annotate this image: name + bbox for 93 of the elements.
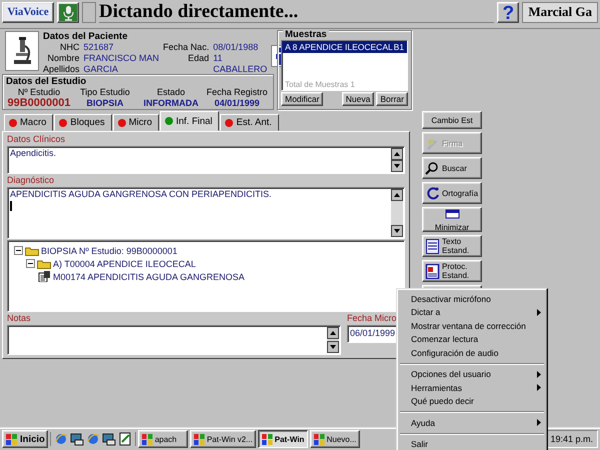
field-label: Notas <box>7 313 32 324</box>
field-label: Nº Estudio <box>18 87 60 98</box>
field-value: 08/01/1988 <box>213 42 260 53</box>
field-label: Estado <box>156 87 186 98</box>
app-icon <box>260 433 273 445</box>
section-heading: Datos del Estudio <box>6 76 88 87</box>
tree-item[interactable]: BIOPSIA Nº Estudio: 99B0000001 <box>41 246 178 256</box>
field-value: 04/01/1999 <box>214 98 260 109</box>
scrollbar <box>391 148 403 172</box>
field-label: NHC <box>60 42 80 53</box>
field-label: Tipo Estudio <box>80 87 130 98</box>
field-label: Datos Clínicos <box>7 134 66 145</box>
taskbar-button[interactable]: Pat-Win <box>258 430 308 448</box>
spellcheck-icon <box>425 186 440 200</box>
menu-item[interactable]: Configuración de audio <box>399 346 545 360</box>
text-cursor <box>10 201 12 211</box>
help-button[interactable]: ? <box>497 2 520 22</box>
notepad-icon[interactable] <box>118 432 132 446</box>
clock: 19:41 p.m. <box>550 434 593 444</box>
window-title: Dictando directamente... <box>99 2 494 22</box>
sample-button[interactable]: Modificar <box>281 92 324 106</box>
report-icon <box>38 271 51 282</box>
logo-button[interactable]: ViaVoice <box>2 2 54 22</box>
tab[interactable]: Macro <box>4 114 54 131</box>
field-label: Diagnóstico <box>7 175 56 186</box>
field-value: CABALLERO <box>213 64 268 75</box>
app-icon <box>140 433 153 445</box>
collapse-icon[interactable] <box>14 246 23 255</box>
app-icon <box>192 433 205 445</box>
tab[interactable]: Inf. Final <box>160 111 220 131</box>
diagnosis-field[interactable]: APENDICITIS AGUDA GANGRENOSA CON PERIAPENDICITIS. <box>7 187 405 239</box>
field-label: Fecha Micro <box>347 313 398 324</box>
field-label: Nombre <box>48 53 80 64</box>
side-button[interactable]: Cambio Est <box>422 111 482 129</box>
side-button[interactable]: Protoc. Estand. <box>422 260 482 282</box>
group-heading: Muestras <box>283 29 329 40</box>
section-heading: Datos del Paciente <box>43 31 128 42</box>
microscope-icon <box>11 36 33 66</box>
field-label: Fecha Nac. <box>163 42 210 53</box>
menu-item[interactable]: Opciones del usuario <box>399 368 545 381</box>
app-icon <box>312 433 325 445</box>
field-value: BIOPSIA <box>86 98 124 109</box>
start-button[interactable]: Inicio <box>2 430 48 448</box>
tree-item[interactable]: A) T00004 APENDICE ILEOCECAL <box>53 258 196 268</box>
field-value: GARCIA <box>84 64 120 75</box>
field-label: Edad <box>188 53 210 64</box>
diagnosis-field-text: APENDICITIS AGUDA GANGRENOSA CON PERIAPENDICITIS. <box>10 189 273 199</box>
field-value: FRANCISCO MAN <box>84 53 160 64</box>
field-value: INFORMADA <box>144 98 198 109</box>
sample-button[interactable]: Borrar <box>376 92 408 106</box>
folder-icon <box>37 258 51 268</box>
sample-row[interactable]: A 8 APENDICE ILEOCECALB1 <box>282 41 407 53</box>
side-button[interactable]: Minimizar <box>422 207 482 232</box>
user-name: Marcial Ga <box>522 2 598 22</box>
submenu-arrow-icon <box>537 419 541 426</box>
menu-item[interactable]: Herramientas <box>399 381 545 394</box>
taskbar-button[interactable]: apach <box>138 430 188 448</box>
field-label: Fecha Registro <box>206 87 268 98</box>
menu-item[interactable]: Desactivar micrófono <box>399 292 545 306</box>
field-label: Apellidos <box>43 64 80 75</box>
menu-item[interactable]: Salir <box>399 438 545 450</box>
clinical-data-field[interactable]: Apendicitis. <box>7 146 405 174</box>
windows-flag-icon <box>5 432 18 446</box>
scrollbar <box>391 189 403 237</box>
samples-total: Total de Muestras 1 <box>285 80 355 89</box>
tab[interactable]: Bloques <box>54 114 112 131</box>
scrollbar <box>327 327 339 353</box>
submenu-arrow-icon <box>537 308 541 316</box>
field-value: 99B0000001 <box>7 98 70 109</box>
notes-field[interactable] <box>7 325 341 355</box>
clinical-data-field-text: Apendicitis. <box>10 148 58 158</box>
microphone-button[interactable] <box>57 2 79 22</box>
document-icon <box>425 264 440 278</box>
side-button[interactable]: Buscar <box>422 157 482 179</box>
menu-item[interactable]: Ayuda <box>399 416 545 430</box>
field-value: 11 <box>213 53 224 64</box>
tab[interactable]: Est. Ant. <box>220 114 279 131</box>
collapse-icon[interactable] <box>26 259 35 268</box>
side-button[interactable]: Ortografía <box>422 182 482 204</box>
side-button[interactable]: Texto Estand. <box>422 235 482 257</box>
sample-button[interactable]: Nueva <box>342 92 374 106</box>
menu-item[interactable]: Qué puedo decir <box>399 394 545 408</box>
taskbar-button[interactable]: Pat-Win v2... <box>190 430 256 448</box>
taskbar-button[interactable]: Nuevo... <box>310 430 360 448</box>
document-icon <box>425 238 440 254</box>
desktop-icon[interactable] <box>70 432 84 446</box>
tree-item[interactable]: M00174 APENDICITIS AGUDA GANGRENOSA <box>53 272 245 282</box>
desktop-icon[interactable] <box>102 432 116 446</box>
menu-item[interactable]: Dictar a <box>399 306 545 319</box>
folder-icon <box>25 246 39 256</box>
search-icon <box>425 160 440 176</box>
field-value: 521687 <box>84 42 115 53</box>
tab[interactable]: Micro <box>112 114 159 131</box>
